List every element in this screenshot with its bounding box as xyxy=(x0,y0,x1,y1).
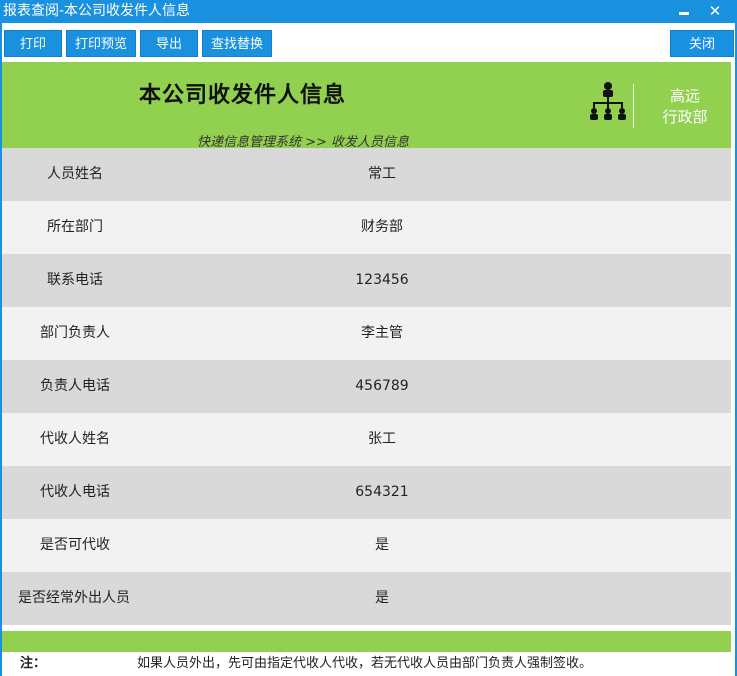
close-button[interactable]: 关闭 xyxy=(670,30,734,57)
department-name: 高远 行政部 xyxy=(650,86,720,128)
field-label: 所在部门 xyxy=(47,219,103,235)
minimize-button[interactable] xyxy=(672,2,694,20)
field-value: 456789 xyxy=(355,378,409,394)
close-icon: ✕ xyxy=(708,2,722,20)
field-value: 654321 xyxy=(355,484,409,500)
info-row: 部门负责人 李主管 xyxy=(2,307,731,360)
field-label: 部门负责人 xyxy=(40,325,110,341)
info-row: 联系电话 123456 xyxy=(2,254,731,307)
print-button[interactable]: 打印 xyxy=(4,30,62,57)
department-line-2: 行政部 xyxy=(662,108,708,126)
footer-bar xyxy=(2,631,731,652)
title-bar: 报表查阅-本公司收发件人信息 ✕ xyxy=(0,0,737,23)
department-line-1: 高远 xyxy=(669,87,700,105)
field-label: 是否经常外出人员 xyxy=(18,590,130,606)
info-row: 人员姓名 常工 xyxy=(2,148,731,201)
note-label: 注： xyxy=(20,656,47,671)
org-chart-icon xyxy=(590,82,626,120)
field-value: 李主管 xyxy=(361,325,403,341)
info-row: 是否可代收 是 xyxy=(2,519,731,572)
report-header: 本公司收发件人信息 快递信息管理系统 >> 收发人员信息 高远 行政部 xyxy=(2,62,731,150)
info-row: 代收人电话 654321 xyxy=(2,466,731,519)
print-preview-button[interactable]: 打印预览 xyxy=(66,30,136,57)
header-divider xyxy=(633,84,634,128)
info-row: 负责人电话 456789 xyxy=(2,360,731,413)
info-row: 是否经常外出人员 是 xyxy=(2,572,731,625)
field-value: 常工 xyxy=(368,166,396,182)
minimize-icon xyxy=(679,12,689,15)
field-label: 联系电话 xyxy=(47,272,103,288)
window-title: 报表查阅-本公司收发件人信息 xyxy=(3,3,191,19)
find-replace-button[interactable]: 查找替换 xyxy=(202,30,272,57)
info-row: 代收人姓名 张工 xyxy=(2,413,731,466)
note-text: 如果人员外出，先可由指定代收人代收，若无代收人员由部门负责人强制签收。 xyxy=(137,656,593,671)
close-window-button[interactable]: ✕ xyxy=(704,0,726,22)
field-value: 123456 xyxy=(355,272,409,288)
field-label: 代收人姓名 xyxy=(40,431,110,447)
page-title: 本公司收发件人信息 xyxy=(139,83,347,108)
info-table: 人员姓名 常工 所在部门 财务部 联系电话 123456 部门负责人 李主管 负… xyxy=(2,148,731,625)
field-value: 是 xyxy=(375,590,389,606)
toolbar: 打印 打印预览 导出 查找替换 关闭 xyxy=(0,23,737,61)
field-label: 负责人电话 xyxy=(40,378,110,394)
field-label: 代收人电话 xyxy=(40,484,110,500)
export-button[interactable]: 导出 xyxy=(140,30,198,57)
field-label: 人员姓名 xyxy=(47,166,103,182)
field-value: 是 xyxy=(375,537,389,553)
footnote: 注： 如果人员外出，先可由指定代收人代收，若无代收人员由部门负责人强制签收。 xyxy=(2,653,731,675)
field-value: 财务部 xyxy=(361,219,403,235)
info-row: 所在部门 财务部 xyxy=(2,201,731,254)
field-value: 张工 xyxy=(368,431,396,447)
field-label: 是否可代收 xyxy=(40,537,110,553)
